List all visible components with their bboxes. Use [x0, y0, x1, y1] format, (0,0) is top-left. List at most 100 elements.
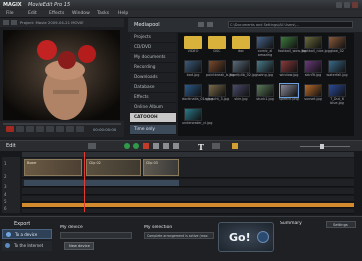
media-item-label: doctinatis_01a.jpg [182, 97, 214, 101]
timeline-clip-3[interactable]: Clip 03 [143, 159, 179, 176]
undo-icon[interactable] [124, 143, 130, 149]
menu-edit[interactable]: Edit [28, 11, 37, 16]
media-thumbnail[interactable] [280, 60, 298, 73]
media-thumbnail[interactable] [232, 60, 250, 73]
play-icon[interactable] [56, 126, 64, 132]
media-pool-header: Mediapool C:\Documents and Settings\All … [128, 18, 362, 32]
audio-waveform[interactable] [24, 180, 179, 186]
paste-icon[interactable] [173, 143, 179, 149]
media-thumbnail[interactable] [184, 60, 202, 73]
my-device-label: My device [60, 225, 83, 230]
folder-icon[interactable] [208, 36, 226, 49]
nav-database[interactable]: Database [130, 83, 176, 93]
nav-projects[interactable]: Projects [130, 33, 176, 43]
media-item-label: football_nice.jpg [302, 49, 330, 53]
nav-my-documents[interactable]: My documents [130, 53, 176, 63]
nav-downloads[interactable]: Downloads [130, 73, 176, 83]
redo-icon[interactable] [133, 143, 139, 149]
nav-effects[interactable]: Effects [130, 93, 176, 103]
track-3[interactable] [22, 188, 354, 195]
close-icon[interactable] [352, 2, 358, 8]
fullscreen-icon[interactable] [11, 20, 17, 25]
menu-tasks[interactable]: Tasks [97, 11, 109, 16]
media-thumbnail[interactable] [279, 83, 299, 98]
next-frame-icon[interactable] [66, 126, 74, 132]
preview-mode-icon[interactable] [3, 20, 9, 25]
new-device-button[interactable]: New device [64, 242, 94, 250]
preview-monitor [3, 30, 120, 120]
stop-icon[interactable] [16, 126, 24, 132]
export-label: Export [14, 221, 31, 227]
media-thumbnail[interactable] [328, 36, 346, 49]
media-thumbnail[interactable] [304, 36, 322, 49]
rewind-icon[interactable] [26, 126, 34, 132]
audio-track-orange[interactable] [22, 203, 354, 208]
track-number-5: 5 [4, 199, 7, 204]
media-item-label: speech.png [279, 97, 299, 101]
selection-select[interactable]: Complete arrangement is active (max 3) [144, 232, 214, 239]
media-thumbnail[interactable] [208, 84, 226, 97]
media-thumbnail[interactable] [304, 60, 322, 73]
media-thumbnail[interactable] [280, 36, 298, 49]
nav-online-album[interactable]: Online Album [130, 103, 176, 113]
marker-icon[interactable] [232, 143, 238, 149]
menu-window[interactable]: Window [72, 11, 90, 16]
media-thumbnail[interactable] [256, 84, 274, 97]
timecode: 00:00:00:00 [93, 127, 117, 132]
stop-button-icon[interactable] [46, 126, 54, 132]
clip-label-1: Boxer [27, 161, 37, 165]
folder-icon[interactable] [184, 36, 202, 49]
cut-icon[interactable] [153, 143, 159, 149]
effects-icon[interactable] [212, 143, 220, 149]
timeline-clip-1[interactable]: Boxer [24, 159, 82, 176]
to-internet-label: To the Internet [14, 243, 44, 248]
prev-frame-icon[interactable] [36, 126, 44, 132]
media-thumbnail[interactable] [304, 84, 322, 97]
boxer-image [3, 30, 120, 120]
playhead[interactable] [84, 152, 85, 212]
copy-icon[interactable] [163, 143, 169, 149]
media-item-label: window.jpg [279, 73, 299, 77]
media-thumbnail[interactable] [184, 108, 202, 121]
media-thumbnail[interactable] [208, 60, 226, 73]
media-thumbnail[interactable] [256, 36, 274, 49]
settings-button[interactable]: Settings [326, 221, 356, 228]
nav-cd-dvd[interactable]: CD/DVD [130, 43, 176, 53]
timeline-clip-2[interactable]: Clip 02 [86, 159, 141, 176]
position-slider[interactable] [3, 123, 121, 125]
time-only-button[interactable]: Time only [130, 125, 176, 135]
nav-recording[interactable]: Recording [130, 63, 176, 73]
menu-file[interactable]: File [6, 11, 14, 16]
media-pool-grid: VIDEO DSC doc comic_xl amazing football_wow.… [178, 33, 354, 136]
track-4[interactable] [22, 196, 354, 202]
maximize-icon[interactable] [344, 2, 350, 8]
menu-help[interactable]: Help [118, 11, 128, 16]
forward-icon[interactable] [207, 22, 213, 27]
minimize-icon[interactable] [336, 2, 342, 8]
delete-icon[interactable] [143, 143, 149, 149]
folder-icon[interactable] [232, 36, 250, 49]
record-icon[interactable] [6, 126, 14, 132]
path-field[interactable]: C:\Documents and Settings\All Users\... [228, 21, 353, 28]
media-thumbnail[interactable] [256, 60, 274, 73]
track-6[interactable] [22, 209, 354, 214]
to-device-tab[interactable]: To a device [2, 229, 52, 239]
media-item-label: doc [237, 49, 245, 53]
nav-catooh[interactable]: CATOOOH [130, 113, 176, 123]
media-thumbnail[interactable] [232, 84, 250, 97]
zoom-slider[interactable] [300, 146, 350, 147]
media-thumbnail[interactable] [184, 84, 202, 97]
media-thumbnail[interactable] [328, 60, 346, 73]
go-button[interactable]: Go! [218, 222, 274, 252]
back-icon[interactable] [198, 22, 204, 27]
mouse-mode-icon[interactable] [88, 143, 96, 149]
to-internet-tab[interactable]: To the Internet [2, 241, 52, 251]
menu-effects[interactable]: Effects [49, 11, 64, 16]
fast-forward-icon[interactable] [76, 126, 84, 132]
timeline-ruler[interactable] [22, 152, 354, 157]
zoom-handle[interactable] [320, 144, 324, 149]
device-select[interactable] [60, 232, 132, 239]
media-item-label: comic_xl amazing [257, 49, 273, 57]
app-logo: MAGIX [3, 2, 22, 8]
media-thumbnail[interactable] [328, 84, 346, 97]
